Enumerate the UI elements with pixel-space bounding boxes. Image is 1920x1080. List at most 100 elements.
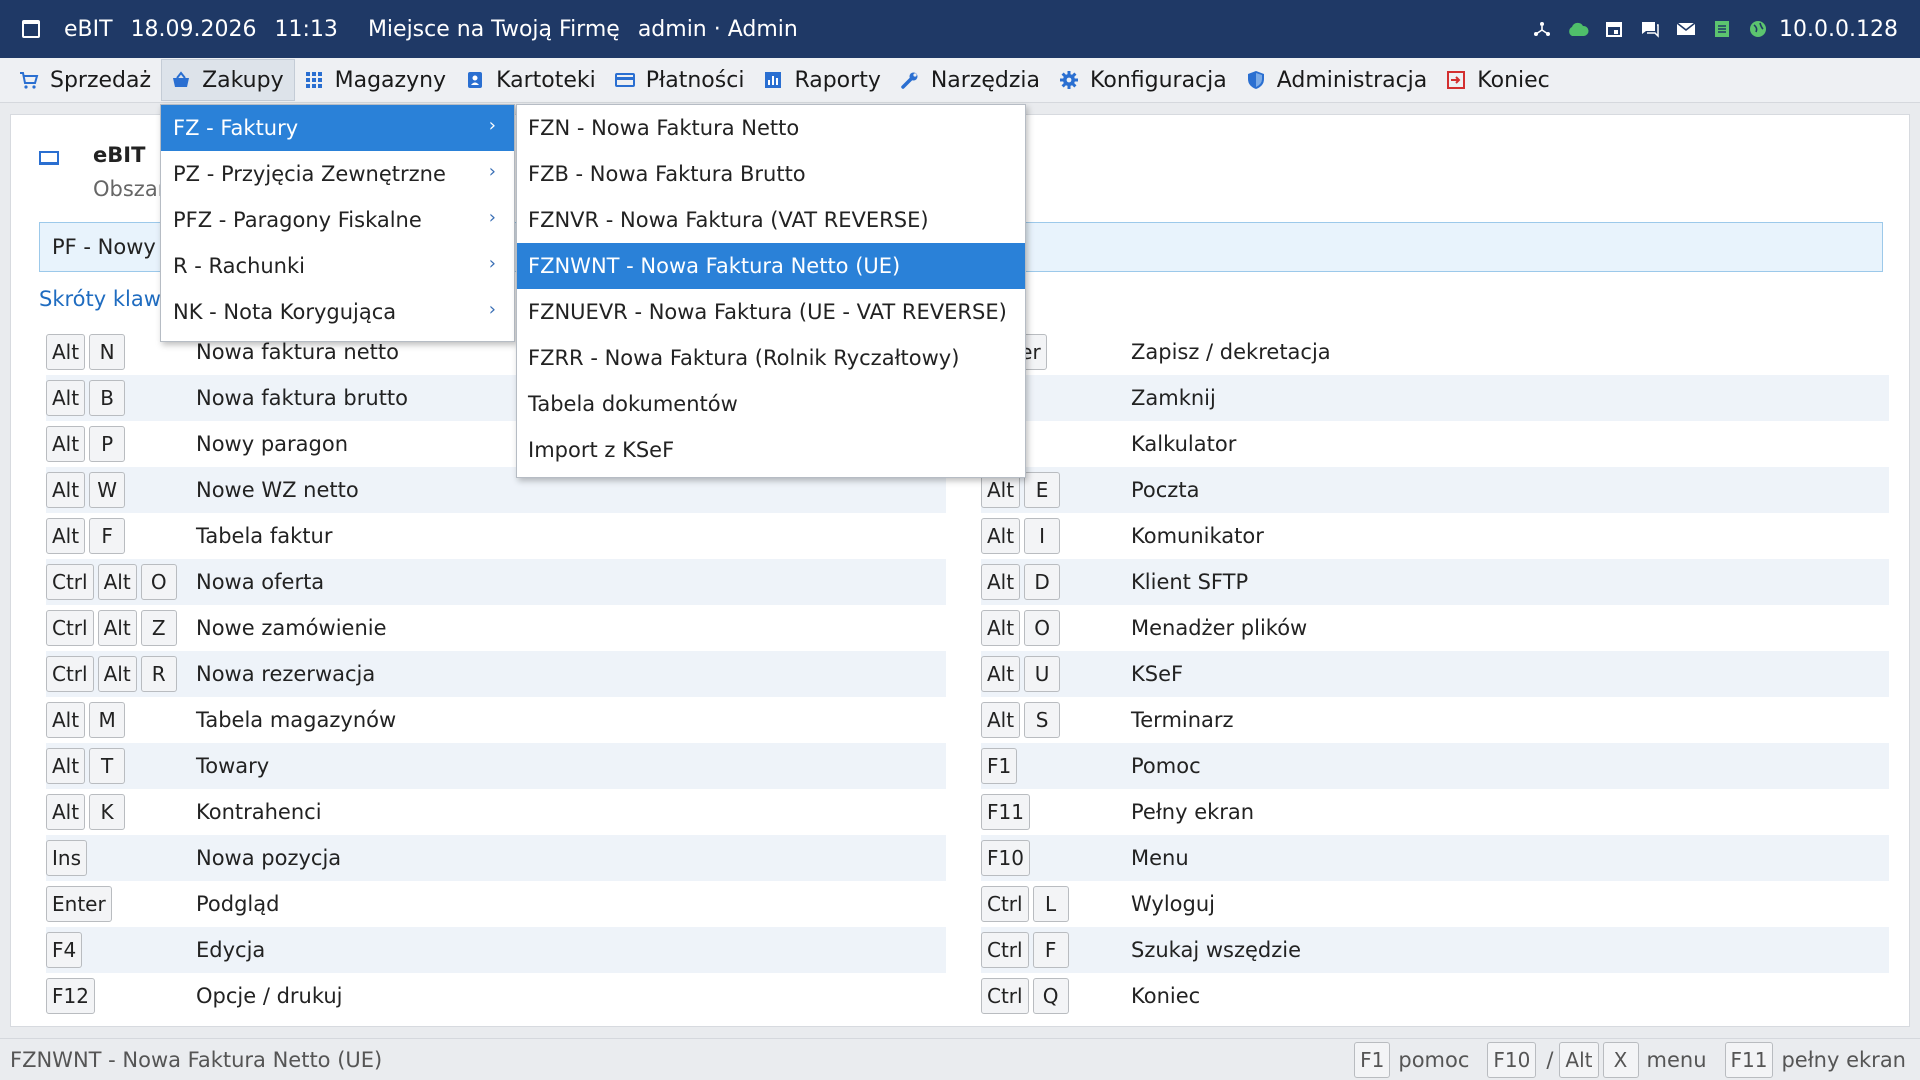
shortcut-row[interactable]: Enter Podgląd [46, 881, 946, 927]
shortcut-keys: Alt I [981, 518, 1131, 554]
keycap: Alt [981, 702, 1021, 738]
keycap: Ctrl [981, 978, 1029, 1014]
key-f11[interactable]: F11 [1724, 1041, 1774, 1078]
shortcut-row[interactable]: Alt M Tabela magazynów [46, 697, 946, 743]
chat-icon[interactable] [1639, 18, 1661, 40]
shortcut-row[interactable]: Alt O Menadżer plików [981, 605, 1889, 651]
keycap: Alt [46, 380, 86, 416]
shortcut-label: Koniec [1131, 984, 1201, 1008]
submenu-item-label: PZ - Przyjęcia Zewnętrzne [173, 162, 446, 186]
shortcut-row[interactable]: Ctrl L Wyloguj [981, 881, 1889, 927]
shortcut-keys: Ctrl L [981, 886, 1131, 922]
shortcut-row[interactable]: F4 Edycja [46, 927, 946, 973]
shortcut-row[interactable]: Ctrl Alt Z Nowe zamówienie [46, 605, 946, 651]
menu-kartoteki[interactable]: Kartoteki [456, 59, 606, 101]
list-icon[interactable] [1711, 18, 1733, 40]
shortcut-row[interactable]: F11 Pełny ekran [981, 789, 1889, 835]
credit-card-icon [614, 69, 636, 91]
shortcut-row[interactable]: Ctrl Alt O Nowa oferta [46, 559, 946, 605]
shortcut-row[interactable]: Ctrl Alt R Nowa rezerwacja [46, 651, 946, 697]
flyout-item[interactable]: FZNWNT - Nowa Faktura Netto (UE) [517, 243, 1025, 289]
shortcut-label: Szukaj wszędzie [1131, 938, 1301, 962]
submenu-item[interactable]: NK - Nota Korygująca › [161, 289, 514, 335]
menu-administracja[interactable]: Administracja [1237, 59, 1438, 101]
menu-magazyny[interactable]: Magazyny [295, 59, 456, 101]
key-f10[interactable]: F10 [1487, 1041, 1537, 1078]
key-x[interactable]: X [1602, 1041, 1639, 1078]
keycap: Ctrl [46, 656, 94, 692]
shortcut-row[interactable]: Ins Nowa pozycja [46, 835, 946, 881]
flyout-item[interactable]: Import z KSeF [517, 427, 1025, 473]
shortcut-label: Nowa faktura brutto [196, 386, 409, 410]
submenu-item[interactable]: R - Rachunki › [161, 243, 514, 289]
mail-icon[interactable] [1675, 18, 1697, 40]
keycap: Ins [46, 840, 87, 876]
shortcut-row[interactable]: F12 Opcje / drukuj [46, 973, 946, 1019]
shortcut-keys: Alt K [46, 794, 196, 830]
window-icon [22, 20, 40, 38]
key-alt[interactable]: Alt [1559, 1041, 1599, 1078]
keycap: Alt [46, 426, 86, 462]
shortcut-label: Tabela faktur [196, 524, 333, 548]
flyout-item[interactable]: Tabela dokumentów [517, 381, 1025, 427]
keycap: F12 [46, 978, 95, 1014]
globe-icon[interactable] [1747, 18, 1769, 40]
shortcut-row[interactable]: Alt F Tabela faktur [46, 513, 946, 559]
keycap: S [1024, 702, 1061, 738]
app-subtitle: Obszar [93, 177, 167, 201]
menu-platnosci[interactable]: Płatności [606, 59, 755, 101]
menu-label: Sprzedaż [50, 67, 152, 93]
shortcut-row[interactable]: F1 Pomoc [981, 743, 1889, 789]
shortcut-label: Wyloguj [1131, 892, 1215, 916]
shortcut-row[interactable]: Alt S Terminarz [981, 697, 1889, 743]
submenu-item-label: FZ - Faktury [173, 116, 299, 140]
keycap: Alt [46, 748, 86, 784]
flyout-item[interactable]: FZNVR - Nowa Faktura (VAT REVERSE) [517, 197, 1025, 243]
keycap: Enter [46, 886, 112, 922]
shortcut-row[interactable]: Alt K Kontrahenci [46, 789, 946, 835]
shortcuts-heading[interactable]: Skróty klaw [39, 287, 161, 311]
flyout-item[interactable]: FZB - Nowa Faktura Brutto [517, 151, 1025, 197]
shortcut-row[interactable]: Alt E Poczta [981, 467, 1889, 513]
keycap: P [89, 426, 126, 462]
shortcut-keys: Alt O [981, 610, 1131, 646]
flyout-item[interactable]: FZNUEVR - Nowa Faktura (UE - VAT REVERSE… [517, 289, 1025, 335]
flyout-item[interactable]: FZRR - Nowa Faktura (Rolnik Ryczałtowy) [517, 335, 1025, 381]
shortcut-row[interactable]: F10 Menu [981, 835, 1889, 881]
calendar-icon[interactable] [1603, 18, 1625, 40]
menu-raporty[interactable]: Raporty [754, 59, 890, 101]
menu-sprzedaz[interactable]: Sprzedaż [10, 59, 161, 101]
menu-label: Płatności [645, 67, 745, 93]
keycap: F [89, 518, 126, 554]
submenu-item-label: PFZ - Paragony Fiskalne [173, 208, 422, 232]
shortcut-row[interactable]: Zamknij [981, 375, 1889, 421]
shortcut-row[interactable]: Alt I Komunikator [981, 513, 1889, 559]
menu-zakupy[interactable]: Zakupy [161, 59, 295, 101]
key-f1[interactable]: F1 [1354, 1041, 1391, 1078]
cloud-icon[interactable] [1567, 18, 1589, 40]
shortcut-row[interactable]: Ctrl F Szukaj wszędzie [981, 927, 1889, 973]
menu-koniec[interactable]: Koniec [1437, 59, 1559, 101]
shortcut-row[interactable]: Alt U KSeF [981, 651, 1889, 697]
shortcut-row[interactable]: Alt D Klient SFTP [981, 559, 1889, 605]
keycap: Alt [981, 610, 1021, 646]
keycap: W [89, 472, 126, 508]
flyout-item[interactable]: FZN - Nowa Faktura Netto [517, 105, 1025, 151]
shortcut-row[interactable]: Alt T Towary [46, 743, 946, 789]
submenu-item[interactable]: PFZ - Paragony Fiskalne › [161, 197, 514, 243]
fullscreen-hint: pełny ekran [1781, 1047, 1906, 1072]
keycap: F10 [981, 840, 1030, 876]
submenu-item[interactable]: PZ - Przyjęcia Zewnętrzne › [161, 151, 514, 197]
shortcut-keys: Alt U [981, 656, 1131, 692]
keycap: O [1024, 610, 1061, 646]
shortcut-row[interactable]: Ctrl Q Koniec [981, 973, 1889, 1019]
menu-label: Narzędzia [930, 67, 1041, 93]
keycap: F4 [46, 932, 83, 968]
submenu-item[interactable]: FZ - Faktury › [161, 105, 514, 151]
menu-konfiguracja[interactable]: Konfiguracja [1050, 59, 1237, 101]
shortcut-row[interactable]: CKalkulator [981, 421, 1889, 467]
menu-label: Magazyny [334, 67, 447, 93]
shortcut-row[interactable]: EnterZapisz / dekretacja [981, 329, 1889, 375]
menu-narzedzia[interactable]: Narzędzia [891, 59, 1050, 101]
network-icon[interactable] [1531, 18, 1553, 40]
